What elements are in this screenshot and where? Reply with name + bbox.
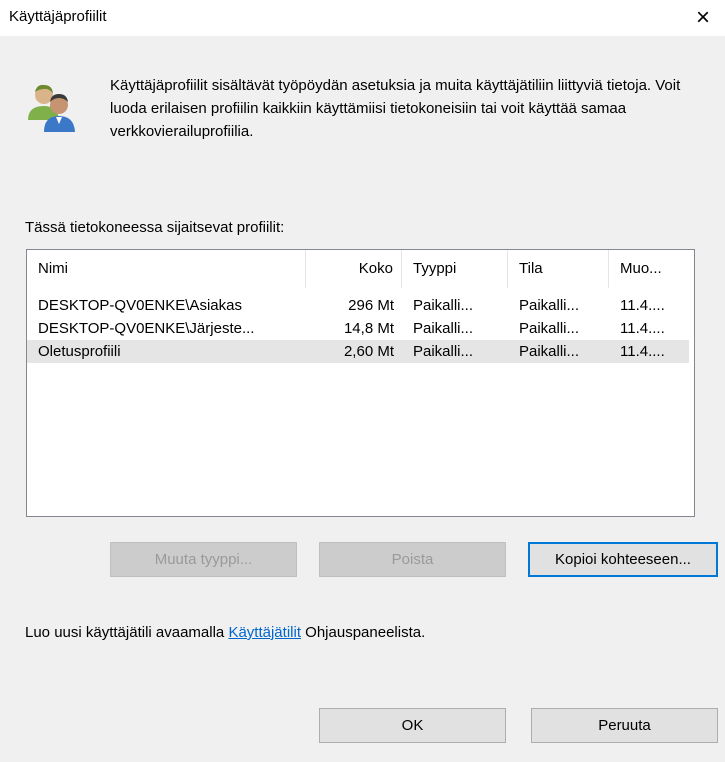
list-header: Nimi Koko Tyyppi Tila Muo... <box>27 250 694 288</box>
cell-status: Paikalli... <box>519 297 580 314</box>
cell-status: Paikalli... <box>519 343 580 360</box>
cell-size: 14,8 Mt <box>343 320 394 337</box>
close-button[interactable]: × <box>681 0 725 36</box>
column-header-modified[interactable]: Muo... <box>609 250 689 288</box>
table-row-selected[interactable]: Oletusprofiili 2,60 Mt Paikalli... Paika… <box>27 340 689 363</box>
close-icon: × <box>695 4 710 31</box>
change-type-button[interactable]: Muuta tyyppi... <box>110 542 297 577</box>
cell-name: DESKTOP-QV0ENKE\Asiakas <box>38 297 242 314</box>
cell-type: Paikalli... <box>413 297 474 314</box>
user-accounts-link[interactable]: Käyttäjätilit <box>228 624 301 641</box>
table-row[interactable]: DESKTOP-QV0ENKE\Järjeste... 14,8 Mt Paik… <box>27 317 689 340</box>
ok-button[interactable]: OK <box>319 708 506 743</box>
cell-modified: 11.4.... <box>620 343 665 360</box>
cell-status: Paikalli... <box>519 320 580 337</box>
cell-name: DESKTOP-QV0ENKE\Järjeste... <box>38 320 255 337</box>
cell-size: 296 Mt <box>348 297 394 314</box>
cell-modified: 11.4.... <box>620 320 665 337</box>
copy-to-button[interactable]: Kopioi kohteeseen... <box>528 542 718 577</box>
footer-prefix: Luo uusi käyttäjätili avaamalla <box>25 624 229 641</box>
cell-name: Oletusprofiili <box>38 343 121 360</box>
table-row[interactable]: DESKTOP-QV0ENKE\Asiakas 296 Mt Paikalli.… <box>27 294 689 317</box>
footer-suffix: Ohjauspaneelista. <box>301 624 426 641</box>
cell-type: Paikalli... <box>413 343 474 360</box>
footer-text: Luo uusi käyttäjätili avaamalla Käyttäjä… <box>25 624 425 641</box>
column-header-size[interactable]: Koko <box>306 250 402 288</box>
profiles-list[interactable]: Nimi Koko Tyyppi Tila Muo... DESKTOP-QV0… <box>26 249 695 517</box>
users-icon <box>28 84 75 132</box>
column-header-type[interactable]: Tyyppi <box>402 250 508 288</box>
title-bar: Käyttäjäprofiilit × <box>0 0 725 36</box>
cancel-button[interactable]: Peruuta <box>531 708 718 743</box>
profiles-label: Tässä tietokoneessa sijaitsevat profiili… <box>25 219 285 236</box>
delete-button[interactable]: Poista <box>319 542 506 577</box>
window-title: Käyttäjäprofiilit <box>9 8 107 25</box>
description-text: Käyttäjäprofiilit sisältävät työpöydän a… <box>110 77 681 140</box>
cell-modified: 11.4.... <box>620 297 665 314</box>
cell-type: Paikalli... <box>413 320 474 337</box>
cell-size: 2,60 Mt <box>343 343 394 360</box>
column-header-status[interactable]: Tila <box>508 250 609 288</box>
column-header-name[interactable]: Nimi <box>27 250 306 288</box>
